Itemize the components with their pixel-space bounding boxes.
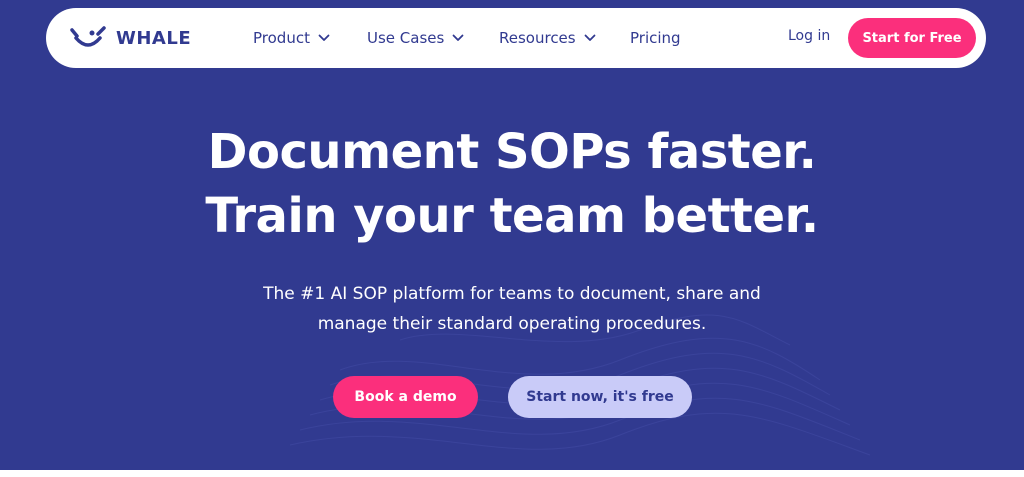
login-link[interactable]: Log in — [788, 28, 830, 44]
hero-headline-line2: Train your team better. — [205, 188, 819, 244]
start-for-free-button[interactable]: Start for Free — [848, 18, 976, 58]
hero-section: WHALE Product Use Cases Resources Pricin… — [0, 0, 1024, 470]
chevron-down-icon — [452, 34, 464, 41]
nav-item-label: Pricing — [630, 29, 681, 47]
nav-item-use-cases[interactable]: Use Cases — [367, 26, 464, 50]
hero-subtitle-line1: The #1 AI SOP platform for teams to docu… — [263, 284, 761, 304]
chevron-down-icon — [318, 34, 330, 41]
nav-item-label: Product — [253, 29, 310, 47]
brand-name: WHALE — [116, 27, 192, 49]
nav-item-pricing[interactable]: Pricing — [630, 26, 681, 50]
hero-headline-line1: Document SOPs faster. — [207, 124, 817, 180]
nav-item-label: Resources — [499, 29, 576, 47]
whale-smile-icon — [70, 26, 106, 47]
start-now-free-button[interactable]: Start now, it's free — [508, 376, 692, 418]
top-navbar: WHALE Product Use Cases Resources Pricin… — [46, 8, 986, 68]
hero-subtitle-line2: manage their standard operating procedur… — [317, 314, 707, 334]
brand-logo[interactable]: WHALE — [68, 24, 191, 52]
nav-item-resources[interactable]: Resources — [499, 26, 596, 50]
book-demo-button[interactable]: Book a demo — [333, 376, 478, 418]
nav-item-product[interactable]: Product — [253, 26, 330, 50]
chevron-down-icon — [584, 34, 596, 41]
nav-item-label: Use Cases — [367, 29, 445, 47]
